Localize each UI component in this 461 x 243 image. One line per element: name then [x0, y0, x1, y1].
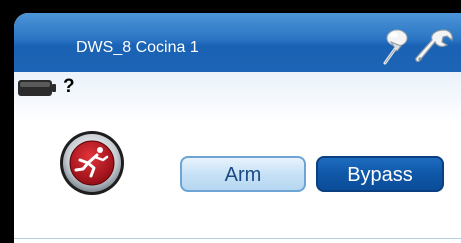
battery-icon [18, 80, 56, 96]
bypass-button[interactable]: Bypass [316, 156, 444, 192]
arm-button[interactable]: Arm [180, 156, 306, 192]
title-bar: DWS_8 Cocina 1 [14, 13, 461, 72]
pin-icon[interactable] [380, 29, 410, 65]
panel-divider [14, 238, 461, 239]
window-frame: DWS_8 Cocina 1 ? Arm Bypass [0, 0, 461, 243]
device-panel: DWS_8 Cocina 1 ? Arm Bypass [14, 13, 461, 243]
battery-status-text: ? [63, 76, 75, 97]
running-person-alarm-icon [60, 131, 124, 195]
wrench-icon[interactable] [414, 27, 454, 69]
device-title: DWS_8 Cocina 1 [76, 39, 199, 56]
